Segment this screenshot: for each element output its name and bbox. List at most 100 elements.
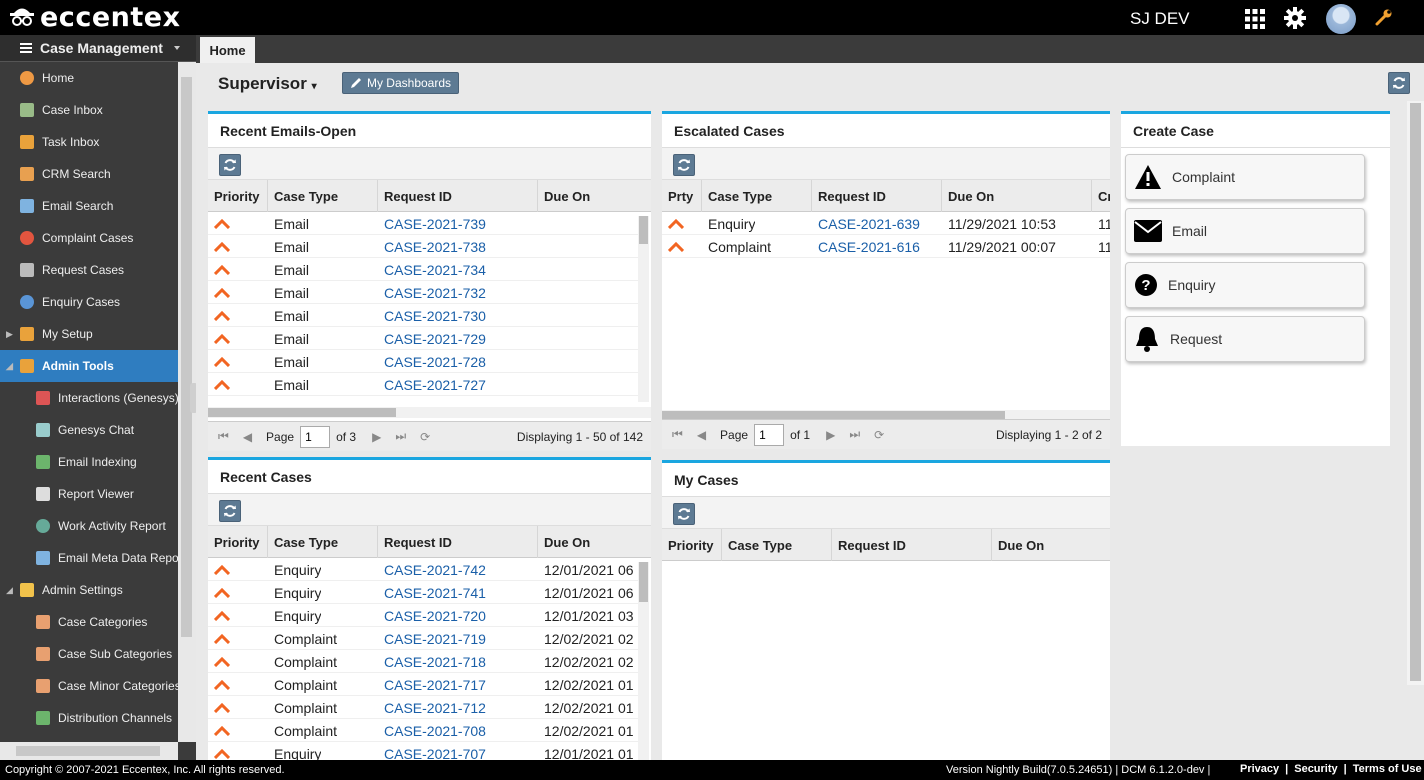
request-id-link[interactable]: CASE-2021-734 (378, 258, 486, 281)
request-id-link[interactable]: CASE-2021-720 (378, 604, 486, 627)
table-row[interactable]: Complaint CASE-2021-708 12/02/2021 01 (208, 719, 638, 742)
sidebar-item-case-minor-categories[interactable]: Case Minor Categories (0, 670, 178, 702)
sidebar-item-email-meta-data-report[interactable]: Email Meta Data Report (0, 542, 178, 574)
table-row[interactable]: Enquiry CASE-2021-639 11/29/2021 10:53 11 (662, 212, 1110, 235)
prev-page-icon[interactable]: ◀ (697, 428, 706, 442)
terms-link[interactable]: Terms of Use (1353, 763, 1422, 775)
table-row[interactable]: Email CASE-2021-732 (208, 281, 638, 304)
table-row[interactable]: Complaint CASE-2021-718 12/02/2021 02 (208, 650, 638, 673)
column-priority[interactable]: Priority (208, 180, 268, 212)
request-id-link[interactable]: CASE-2021-639 (812, 212, 920, 235)
table-vertical-scrollbar[interactable] (638, 216, 649, 402)
sidebar-item-my-setup[interactable]: ▶ My Setup (0, 318, 178, 350)
create-email-button[interactable]: Email (1125, 208, 1365, 254)
table-row[interactable]: Enquiry CASE-2021-741 12/01/2021 06 (208, 581, 638, 604)
request-id-link[interactable]: CASE-2021-708 (378, 719, 486, 742)
last-page-icon[interactable]: ⏭ (395, 429, 406, 444)
create-request-button[interactable]: Request (1125, 316, 1365, 362)
create-complaint-button[interactable]: Complaint (1125, 154, 1365, 200)
sidebar-item-case-sub-categories[interactable]: Case Sub Categories (0, 638, 178, 670)
role-dropdown[interactable]: Supervisor ▾ (218, 74, 317, 94)
user-name[interactable]: SJ DEV (1130, 9, 1190, 29)
last-page-icon[interactable]: ⏭ (849, 427, 860, 442)
chevron-down-icon[interactable] (174, 46, 180, 50)
first-page-icon[interactable]: ⏮ (672, 427, 683, 442)
refresh-button[interactable] (219, 500, 241, 522)
sidebar-item-work-activity-report[interactable]: Work Activity Report (0, 510, 178, 542)
table-row[interactable]: Email CASE-2021-730 (208, 304, 638, 327)
request-id-link[interactable]: CASE-2021-727 (378, 373, 486, 396)
request-id-link[interactable]: CASE-2021-616 (812, 235, 920, 258)
column-case-type[interactable]: Case Type (268, 180, 378, 212)
table-row[interactable]: Email CASE-2021-728 (208, 350, 638, 373)
sidebar-item-distribution-channels[interactable]: Distribution Channels (0, 702, 178, 734)
table-row[interactable]: Complaint CASE-2021-712 12/02/2021 01 (208, 696, 638, 719)
column-due-on[interactable]: Due On (538, 180, 651, 212)
page-input[interactable] (754, 423, 785, 446)
column-request-id[interactable]: Request ID (832, 529, 992, 561)
main-scrollbar[interactable] (1407, 101, 1424, 685)
sidebar-item-complaint-cases[interactable]: Complaint Cases (0, 222, 178, 254)
page-input[interactable] (300, 425, 331, 448)
request-id-link[interactable]: CASE-2021-729 (378, 327, 486, 350)
prev-page-icon[interactable]: ◀ (243, 430, 252, 444)
reload-icon[interactable]: ⟳ (874, 428, 884, 442)
logo[interactable]: eccentex (8, 2, 181, 33)
sidebar-item-email-search[interactable]: Email Search (0, 190, 178, 222)
sidebar-item-case-inbox[interactable]: Case Inbox (0, 94, 178, 126)
request-id-link[interactable]: CASE-2021-741 (378, 581, 486, 604)
sidebar-item-report-viewer[interactable]: Report Viewer (0, 478, 178, 510)
gear-icon[interactable] (1284, 7, 1306, 29)
sidebar-item-crm-search[interactable]: CRM Search (0, 158, 178, 190)
refresh-button[interactable] (219, 154, 241, 176)
column-due-on[interactable]: Due On (538, 526, 651, 558)
sidebar-horizontal-scrollbar[interactable] (0, 742, 178, 760)
request-id-link[interactable]: CASE-2021-718 (378, 650, 486, 673)
column-request-id[interactable]: Request ID (378, 180, 538, 212)
next-page-icon[interactable]: ▶ (826, 428, 835, 442)
sidebar-item-home[interactable]: Home (0, 62, 178, 94)
my-dashboards-button[interactable]: My Dashboards (342, 72, 459, 94)
table-row[interactable]: Enquiry CASE-2021-707 12/01/2021 01 (208, 742, 638, 761)
sidebar-item-genesys-chat[interactable]: Genesys Chat (0, 414, 178, 446)
sidebar-item-enquiry-cases[interactable]: Enquiry Cases (0, 286, 178, 318)
refresh-dashboard-button[interactable] (1388, 72, 1410, 94)
request-id-link[interactable]: CASE-2021-717 (378, 673, 486, 696)
request-id-link[interactable]: CASE-2021-739 (378, 212, 486, 235)
table-row[interactable]: Enquiry CASE-2021-742 12/01/2021 06 (208, 558, 638, 581)
column-request-id[interactable]: Request ID (378, 526, 538, 558)
sidebar-item-admin-tools[interactable]: ◢ Admin Tools (0, 350, 178, 382)
wrench-icon[interactable] (1375, 8, 1393, 26)
request-id-link[interactable]: CASE-2021-728 (378, 350, 486, 373)
column-case-type[interactable]: Case Type (702, 180, 812, 212)
table-row[interactable]: Email CASE-2021-734 (208, 258, 638, 281)
tab-home[interactable]: Home (200, 37, 255, 63)
table-row[interactable]: Complaint CASE-2021-719 12/02/2021 02 (208, 627, 638, 650)
avatar[interactable] (1326, 4, 1356, 34)
collapse-arrow-icon[interactable]: ◢ (6, 361, 13, 372)
table-row[interactable]: Enquiry CASE-2021-720 12/01/2021 03 (208, 604, 638, 627)
refresh-button[interactable] (673, 503, 695, 525)
apps-grid-icon[interactable] (1245, 9, 1265, 29)
expand-arrow-icon[interactable]: ▶ (6, 329, 13, 340)
first-page-icon[interactable]: ⏮ (218, 429, 229, 444)
table-row[interactable]: Email CASE-2021-738 (208, 235, 638, 258)
privacy-link[interactable]: Privacy (1240, 763, 1279, 775)
column-priority[interactable]: Priority (208, 526, 268, 558)
table-row[interactable]: Email CASE-2021-739 (208, 212, 638, 235)
column-case-type[interactable]: Case Type (268, 526, 378, 558)
column-case-type[interactable]: Case Type (722, 529, 832, 561)
request-id-link[interactable]: CASE-2021-719 (378, 627, 486, 650)
hamburger-icon[interactable] (20, 43, 32, 53)
sidebar-item-interactions-genesys[interactable]: Interactions (Genesys) (0, 382, 178, 414)
create-enquiry-button[interactable]: ? Enquiry (1125, 262, 1365, 308)
table-row[interactable]: Email CASE-2021-727 (208, 373, 638, 396)
column-due-on[interactable]: Due On (992, 529, 1110, 561)
table-vertical-scrollbar[interactable] (638, 562, 649, 765)
column-due-on[interactable]: Due On (942, 180, 1092, 212)
column-request-id[interactable]: Request ID (812, 180, 942, 212)
column-priority[interactable]: Prty (662, 180, 702, 212)
table-horizontal-scrollbar[interactable] (208, 407, 651, 418)
sidebar-header[interactable]: Case Management (0, 35, 196, 62)
request-id-link[interactable]: CASE-2021-738 (378, 235, 486, 258)
